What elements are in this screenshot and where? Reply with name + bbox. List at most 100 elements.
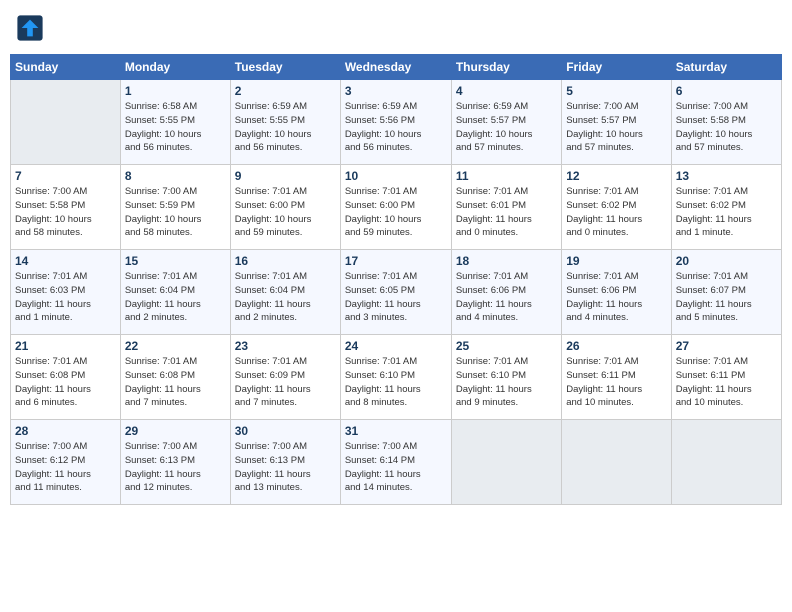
day-info: Sunrise: 7:01 AMSunset: 6:03 PMDaylight:…	[15, 270, 116, 325]
day-number: 1	[125, 84, 226, 98]
day-header-saturday: Saturday	[671, 55, 781, 80]
day-header-sunday: Sunday	[11, 55, 121, 80]
day-info: Sunrise: 7:01 AMSunset: 6:09 PMDaylight:…	[235, 355, 336, 410]
calendar-week-1: 1 Sunrise: 6:58 AMSunset: 5:55 PMDaylight…	[11, 80, 782, 165]
day-info: Sunrise: 7:00 AMSunset: 6:14 PMDaylight:…	[345, 440, 447, 495]
calendar-cell: 11 Sunrise: 7:01 AMSunset: 6:01 PMDayligh…	[451, 165, 561, 250]
calendar-cell: 15 Sunrise: 7:01 AMSunset: 6:04 PMDayligh…	[120, 250, 230, 335]
calendar-cell	[451, 420, 561, 505]
calendar-week-3: 14 Sunrise: 7:01 AMSunset: 6:03 PMDayligh…	[11, 250, 782, 335]
day-info: Sunrise: 7:01 AMSunset: 6:10 PMDaylight:…	[456, 355, 557, 410]
day-number: 8	[125, 169, 226, 183]
day-number: 5	[566, 84, 666, 98]
day-number: 22	[125, 339, 226, 353]
day-info: Sunrise: 6:59 AMSunset: 5:57 PMDaylight:…	[456, 100, 557, 155]
logo	[16, 14, 48, 42]
day-number: 24	[345, 339, 447, 353]
day-number: 29	[125, 424, 226, 438]
day-info: Sunrise: 7:01 AMSunset: 6:05 PMDaylight:…	[345, 270, 447, 325]
calendar-cell: 9 Sunrise: 7:01 AMSunset: 6:00 PMDaylight…	[230, 165, 340, 250]
calendar-cell: 14 Sunrise: 7:01 AMSunset: 6:03 PMDayligh…	[11, 250, 121, 335]
day-info: Sunrise: 7:01 AMSunset: 6:06 PMDaylight:…	[566, 270, 666, 325]
day-info: Sunrise: 7:01 AMSunset: 6:00 PMDaylight:…	[235, 185, 336, 240]
calendar-cell: 10 Sunrise: 7:01 AMSunset: 6:00 PMDayligh…	[340, 165, 451, 250]
calendar-cell	[671, 420, 781, 505]
day-info: Sunrise: 7:01 AMSunset: 6:00 PMDaylight:…	[345, 185, 447, 240]
calendar-cell: 17 Sunrise: 7:01 AMSunset: 6:05 PMDayligh…	[340, 250, 451, 335]
calendar-header-row: SundayMondayTuesdayWednesdayThursdayFrid…	[11, 55, 782, 80]
day-number: 13	[676, 169, 777, 183]
calendar-cell: 22Sunrise: 7:01 AMSunset: 6:08 PMDayligh…	[120, 335, 230, 420]
day-number: 2	[235, 84, 336, 98]
day-number: 6	[676, 84, 777, 98]
day-info: Sunrise: 7:01 AMSunset: 6:08 PMDaylight:…	[15, 355, 116, 410]
calendar-cell: 28 Sunrise: 7:00 AMSunset: 6:12 PMDayligh…	[11, 420, 121, 505]
day-info: Sunrise: 6:59 AMSunset: 5:55 PMDaylight:…	[235, 100, 336, 155]
calendar-cell: 6 Sunrise: 7:00 AMSunset: 5:58 PMDaylight…	[671, 80, 781, 165]
calendar-cell: 13 Sunrise: 7:01 AMSunset: 6:02 PMDayligh…	[671, 165, 781, 250]
calendar-cell: 7 Sunrise: 7:00 AMSunset: 5:58 PMDaylight…	[11, 165, 121, 250]
day-info: Sunrise: 7:00 AMSunset: 5:58 PMDaylight:…	[15, 185, 116, 240]
day-info: Sunrise: 6:59 AMSunset: 5:56 PMDaylight:…	[345, 100, 447, 155]
day-info: Sunrise: 7:01 AMSunset: 6:11 PMDaylight:…	[566, 355, 666, 410]
day-number: 21	[15, 339, 116, 353]
day-header-monday: Monday	[120, 55, 230, 80]
day-info: Sunrise: 7:01 AMSunset: 6:10 PMDaylight:…	[345, 355, 447, 410]
calendar-cell: 8 Sunrise: 7:00 AMSunset: 5:59 PMDaylight…	[120, 165, 230, 250]
calendar-cell: 27Sunrise: 7:01 AMSunset: 6:11 PMDayligh…	[671, 335, 781, 420]
day-number: 18	[456, 254, 557, 268]
day-number: 30	[235, 424, 336, 438]
calendar-cell: 18 Sunrise: 7:01 AMSunset: 6:06 PMDayligh…	[451, 250, 561, 335]
calendar-cell: 30 Sunrise: 7:00 AMSunset: 6:13 PMDayligh…	[230, 420, 340, 505]
day-number: 11	[456, 169, 557, 183]
day-number: 9	[235, 169, 336, 183]
day-number: 10	[345, 169, 447, 183]
day-info: Sunrise: 7:01 AMSunset: 6:06 PMDaylight:…	[456, 270, 557, 325]
calendar-cell: 4 Sunrise: 6:59 AMSunset: 5:57 PMDaylight…	[451, 80, 561, 165]
calendar-cell: 25 Sunrise: 7:01 AMSunset: 6:10 PMDayligh…	[451, 335, 561, 420]
day-info: Sunrise: 7:00 AMSunset: 5:58 PMDaylight:…	[676, 100, 777, 155]
day-info: Sunrise: 7:00 AMSunset: 6:12 PMDaylight:…	[15, 440, 116, 495]
day-info: Sunrise: 7:01 AMSunset: 6:07 PMDaylight:…	[676, 270, 777, 325]
day-number: 7	[15, 169, 116, 183]
calendar-cell: 19 Sunrise: 7:01 AMSunset: 6:06 PMDayligh…	[562, 250, 671, 335]
calendar-week-5: 28 Sunrise: 7:00 AMSunset: 6:12 PMDayligh…	[11, 420, 782, 505]
calendar-cell	[562, 420, 671, 505]
day-number: 26	[566, 339, 666, 353]
day-number: 28	[15, 424, 116, 438]
day-number: 15	[125, 254, 226, 268]
day-info: Sunrise: 7:00 AMSunset: 6:13 PMDaylight:…	[235, 440, 336, 495]
day-info: Sunrise: 7:01 AMSunset: 6:01 PMDaylight:…	[456, 185, 557, 240]
day-info: Sunrise: 7:00 AMSunset: 5:59 PMDaylight:…	[125, 185, 226, 240]
day-info: Sunrise: 7:01 AMSunset: 6:04 PMDaylight:…	[235, 270, 336, 325]
day-number: 20	[676, 254, 777, 268]
day-number: 25	[456, 339, 557, 353]
day-info: Sunrise: 7:01 AMSunset: 6:04 PMDaylight:…	[125, 270, 226, 325]
day-number: 3	[345, 84, 447, 98]
day-header-tuesday: Tuesday	[230, 55, 340, 80]
day-info: Sunrise: 7:01 AMSunset: 6:11 PMDaylight:…	[676, 355, 777, 410]
logo-icon	[16, 14, 44, 42]
day-info: Sunrise: 7:01 AMSunset: 6:02 PMDaylight:…	[676, 185, 777, 240]
calendar-cell: 31Sunrise: 7:00 AMSunset: 6:14 PMDayligh…	[340, 420, 451, 505]
day-info: Sunrise: 7:00 AMSunset: 5:57 PMDaylight:…	[566, 100, 666, 155]
day-number: 4	[456, 84, 557, 98]
calendar-cell: 29 Sunrise: 7:00 AMSunset: 6:13 PMDayligh…	[120, 420, 230, 505]
day-number: 23	[235, 339, 336, 353]
calendar-cell: 20 Sunrise: 7:01 AMSunset: 6:07 PMDayligh…	[671, 250, 781, 335]
calendar-cell: 12Sunrise: 7:01 AMSunset: 6:02 PMDayligh…	[562, 165, 671, 250]
day-header-wednesday: Wednesday	[340, 55, 451, 80]
calendar-week-4: 21 Sunrise: 7:01 AMSunset: 6:08 PMDayligh…	[11, 335, 782, 420]
day-number: 14	[15, 254, 116, 268]
calendar-cell: 16 Sunrise: 7:01 AMSunset: 6:04 PMDayligh…	[230, 250, 340, 335]
calendar-cell: 21 Sunrise: 7:01 AMSunset: 6:08 PMDayligh…	[11, 335, 121, 420]
calendar-cell: 24 Sunrise: 7:01 AMSunset: 6:10 PMDayligh…	[340, 335, 451, 420]
day-number: 17	[345, 254, 447, 268]
calendar-cell: 3 Sunrise: 6:59 AMSunset: 5:56 PMDaylight…	[340, 80, 451, 165]
day-number: 16	[235, 254, 336, 268]
day-number: 19	[566, 254, 666, 268]
day-info: Sunrise: 6:58 AMSunset: 5:55 PMDaylight:…	[125, 100, 226, 155]
calendar-cell: 26 Sunrise: 7:01 AMSunset: 6:11 PMDayligh…	[562, 335, 671, 420]
calendar-cell: 2 Sunrise: 6:59 AMSunset: 5:55 PMDaylight…	[230, 80, 340, 165]
day-info: Sunrise: 7:00 AMSunset: 6:13 PMDaylight:…	[125, 440, 226, 495]
